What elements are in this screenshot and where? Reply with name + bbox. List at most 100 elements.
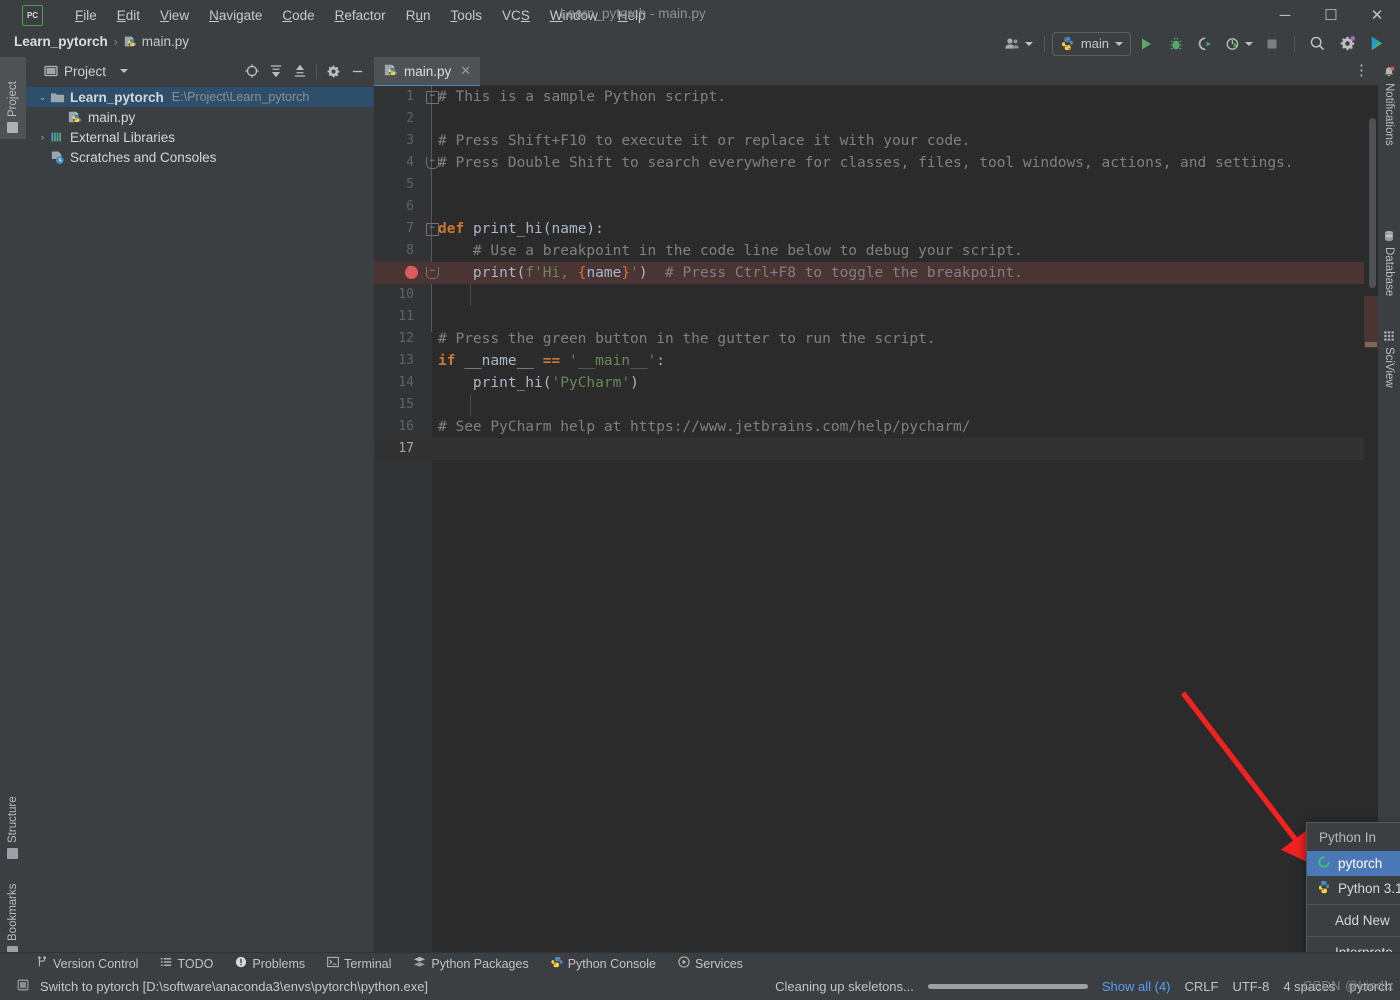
menu-item-run[interactable]: Run: [396, 5, 441, 26]
select-opened-file-icon[interactable]: [241, 60, 263, 82]
line-number: 10: [374, 284, 414, 306]
code-line[interactable]: 2: [374, 108, 1378, 130]
tool-window-problems[interactable]: Problems: [235, 956, 305, 971]
tool-window-todo[interactable]: TODO: [160, 956, 213, 971]
expand-all-icon[interactable]: [265, 60, 287, 82]
status-message: Switch to pytorch [D:\software\anaconda3…: [40, 979, 428, 994]
code-line[interactable]: 4−# Press Double Shift to search everywh…: [374, 152, 1378, 174]
code-line[interactable]: 1−# This is a sample Python script.: [374, 86, 1378, 108]
tool-window-services[interactable]: Services: [678, 956, 743, 971]
code-line[interactable]: 15: [374, 394, 1378, 416]
tool-window-python-packages[interactable]: Python Packages: [413, 956, 528, 972]
menu-item-file[interactable]: File: [65, 5, 107, 26]
run-button[interactable]: [1131, 33, 1161, 55]
progress-bar: [928, 984, 1088, 989]
code-text: # Press Shift+F10 to execute it or repla…: [438, 130, 971, 152]
sidebar-item-project[interactable]: Project: [0, 57, 26, 139]
sidebar-item-sciview[interactable]: SciView: [1378, 325, 1400, 414]
code-line[interactable]: 16# See PyCharm help at https://www.jetb…: [374, 416, 1378, 438]
code-line[interactable]: 6: [374, 196, 1378, 218]
tree-node-external-libraries[interactable]: ›External Libraries: [26, 127, 374, 147]
status-right: Cleaning up skeletons... Show all (4) CR…: [775, 979, 1392, 994]
code-line[interactable]: 13if __name__ == '__main__':: [374, 350, 1378, 372]
settings-gear-icon[interactable]: [1332, 33, 1362, 55]
line-number: 6: [374, 196, 414, 218]
popup-item-pytorch[interactable]: pytorch: [1307, 851, 1400, 876]
tree-node-scratches-and-consoles[interactable]: Scratches and Consoles: [26, 147, 374, 167]
code-line[interactable]: 10: [374, 284, 1378, 306]
breakpoint-icon[interactable]: [405, 266, 418, 279]
editor-options-icon[interactable]: ⋮: [1354, 61, 1370, 79]
menu-item-refactor[interactable]: Refactor: [325, 5, 396, 26]
memory-indicator-icon[interactable]: [16, 978, 30, 995]
tab-main-py[interactable]: main.py ✕: [374, 57, 480, 87]
code-line[interactable]: 8 # Use a breakpoint in the code line be…: [374, 240, 1378, 262]
tree-node-main-py[interactable]: main.py: [26, 107, 374, 127]
project-panel-title: Project: [64, 64, 106, 79]
menu-item-navigate[interactable]: Navigate: [199, 5, 272, 26]
popup-item-label: pytorch: [1338, 856, 1382, 871]
project-panel-toolbar: [241, 57, 368, 85]
project-settings-gear-icon[interactable]: [322, 60, 344, 82]
pycharm-logo-icon: PC: [22, 5, 43, 26]
run-configuration-selector[interactable]: main: [1052, 32, 1131, 56]
menu-item-code[interactable]: Code: [272, 5, 324, 26]
sidebar-item-bookmarks[interactable]: Bookmarks: [0, 859, 26, 963]
code-line[interactable]: 7−def print_hi(name):: [374, 218, 1378, 240]
packages-icon: [413, 956, 426, 972]
popup-item-python-3-1[interactable]: Python 3.1: [1307, 876, 1400, 901]
profile-button[interactable]: [1221, 33, 1257, 55]
breadcrumb-file[interactable]: main.py: [142, 34, 189, 49]
menu-item-edit[interactable]: Edit: [107, 5, 150, 26]
hide-panel-icon[interactable]: [346, 60, 368, 82]
menu-item-vcs[interactable]: VCS: [492, 5, 540, 26]
search-everywhere-icon[interactable]: [1302, 33, 1332, 55]
updates-icon[interactable]: [1362, 33, 1392, 55]
window-title: Learn_pytorch - main.py: [560, 6, 706, 21]
sidebar-item-structure[interactable]: Structure: [0, 767, 26, 865]
close-icon[interactable]: ✕: [460, 63, 471, 79]
tool-window-python-console[interactable]: Python Console: [551, 956, 656, 971]
stop-button[interactable]: [1257, 33, 1287, 55]
breadcrumb-project[interactable]: Learn_pytorch: [14, 34, 108, 49]
popup-item-add-new[interactable]: Add New: [1307, 908, 1400, 933]
show-all-link[interactable]: Show all (4): [1102, 979, 1171, 994]
code-line[interactable]: 11: [374, 306, 1378, 328]
line-separator-status[interactable]: CRLF: [1185, 979, 1219, 994]
code-line[interactable]: 14 print_hi('PyCharm'): [374, 372, 1378, 394]
code-line[interactable]: 3# Press Shift+F10 to execute it or repl…: [374, 130, 1378, 152]
main-toolbar: main: [1000, 30, 1392, 57]
code-lines[interactable]: 1−# This is a sample Python script.23# P…: [374, 86, 1378, 952]
sidebar-item-label: Project: [7, 81, 19, 117]
collapse-all-icon[interactable]: [289, 60, 311, 82]
code-line[interactable]: 12# Press the green button in the gutter…: [374, 328, 1378, 350]
sidebar-item-label: Bookmarks: [7, 883, 19, 941]
code-canvas[interactable]: 1−# This is a sample Python script.23# P…: [374, 86, 1378, 952]
minimize-button[interactable]: ─: [1262, 0, 1308, 30]
code-line[interactable]: 9− print(f'Hi, {name}') # Press Ctrl+F8 …: [374, 262, 1378, 284]
maximize-button[interactable]: ☐: [1308, 0, 1354, 30]
tool-window-label: Problems: [252, 957, 305, 971]
close-button[interactable]: ✕: [1354, 0, 1400, 30]
editor-vertical-scrollbar[interactable]: [1369, 118, 1376, 288]
debug-button[interactable]: [1161, 33, 1191, 55]
tree-node-label: main.py: [88, 110, 135, 125]
encoding-status[interactable]: UTF-8: [1232, 979, 1269, 994]
tool-window-terminal[interactable]: Terminal: [327, 956, 391, 971]
account-icon[interactable]: [1000, 33, 1037, 55]
chevron-down-icon[interactable]: [120, 69, 128, 73]
tree-expand-arrow[interactable]: ›: [36, 132, 49, 142]
tool-window-version-control[interactable]: Version Control: [36, 956, 138, 971]
sidebar-item-notifications[interactable]: Notifications: [1378, 61, 1400, 178]
code-text: # Press Double Shift to search everywher…: [438, 152, 1294, 174]
tree-node-learn-pytorch[interactable]: ⌄Learn_pytorchE:\Project\Learn_pytorch: [26, 87, 374, 107]
popup-divider: [1307, 904, 1400, 905]
menu-item-view[interactable]: View: [150, 5, 199, 26]
tree-expand-arrow[interactable]: ⌄: [36, 92, 49, 103]
menu-item-tools[interactable]: Tools: [440, 5, 492, 26]
folder-icon: [8, 122, 19, 133]
run-with-coverage-button[interactable]: [1191, 33, 1221, 55]
sidebar-item-database[interactable]: Database: [1378, 225, 1400, 326]
code-line[interactable]: 5: [374, 174, 1378, 196]
code-line[interactable]: 17: [374, 438, 1378, 460]
